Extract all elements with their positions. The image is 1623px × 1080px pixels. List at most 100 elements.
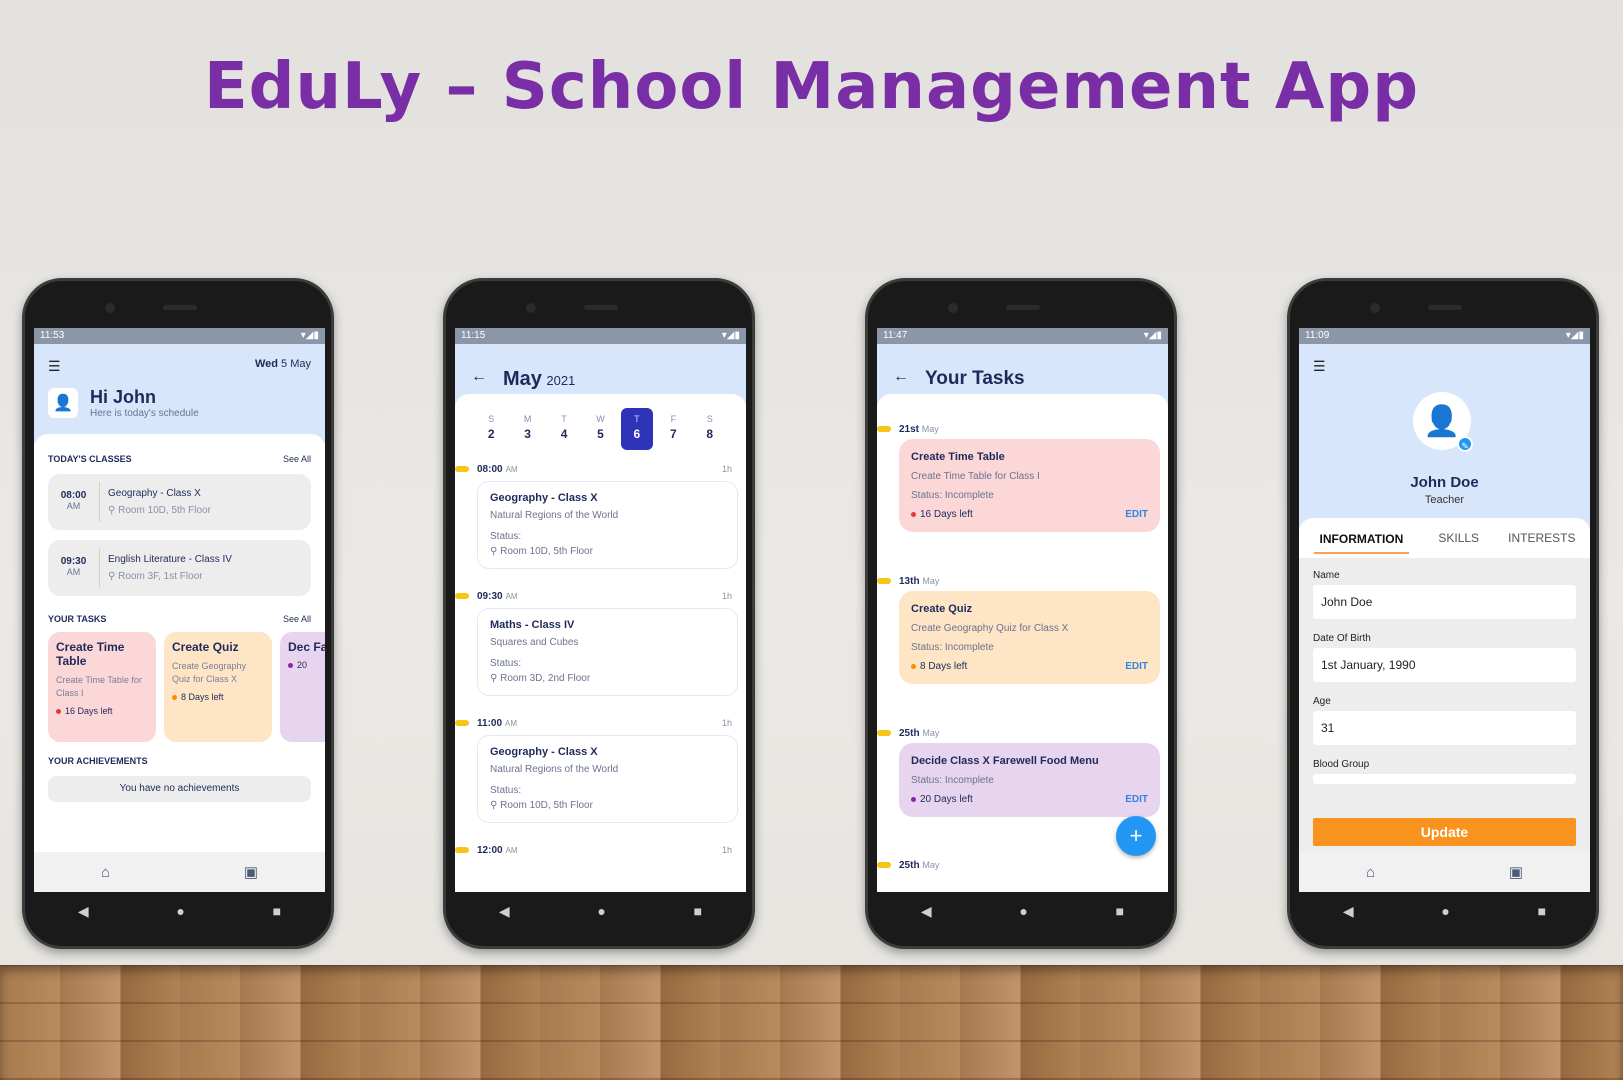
- profile-screen: 11:09 ▾◢▮ ☰ 👤 ✎ John Doe Teacher INFORMAT…: [1299, 328, 1590, 892]
- home-icon[interactable]: ⌂: [101, 864, 110, 881]
- edit-avatar-icon[interactable]: ✎: [1457, 436, 1473, 452]
- tab-skills[interactable]: SKILLS: [1438, 531, 1479, 545]
- add-task-button[interactable]: +: [1116, 816, 1156, 856]
- home-screen: 11:53 ▾◢▮ ☰ Wed 5 May 👤 Hi John Here is t…: [34, 328, 325, 892]
- task-month: May: [922, 860, 940, 870]
- status-dot: [56, 709, 61, 715]
- event-status: Status:: [490, 658, 522, 669]
- slot-time: 08:00: [477, 464, 503, 475]
- task-card[interactable]: Dec Far 20: [280, 632, 325, 742]
- back-button[interactable]: ◀: [921, 903, 932, 920]
- recent-button[interactable]: ■: [694, 903, 702, 919]
- time-slot: 11:00 AM 1h Geography - Class X Natural Reg…: [455, 718, 746, 823]
- class-card[interactable]: 09:30 AM English Literature - Class IV ⚲ R…: [48, 540, 311, 596]
- avatar-icon[interactable]: 👤: [48, 388, 78, 418]
- task-group: 13th May Create Quiz Create Geography Qu…: [877, 576, 1168, 684]
- home-icon[interactable]: ⌂: [1366, 864, 1375, 881]
- day-cell[interactable]: T4: [548, 408, 580, 450]
- back-button[interactable]: ◀: [1343, 903, 1354, 920]
- day-cell-selected[interactable]: T6: [620, 408, 653, 450]
- day-letter: T: [561, 414, 567, 424]
- task-card[interactable]: Decide Class X Farewell Food Menu Status…: [899, 743, 1160, 817]
- edit-button[interactable]: EDIT: [1125, 661, 1148, 672]
- schedule-screen: 11:15 ▾◢▮ ← May 2021 S2 M3 T4 W5 T6 F7 S8…: [455, 328, 746, 892]
- task-group: 25th May: [877, 860, 1168, 871]
- task-title: Create Time Table: [911, 451, 1005, 463]
- status-time: 11:09: [1305, 330, 1330, 341]
- task-card[interactable]: Create Quiz Create Geography Quiz for Cl…: [164, 632, 272, 742]
- day-cell[interactable]: M3: [512, 408, 544, 450]
- slot-duration: 1h: [721, 845, 732, 855]
- dob-field[interactable]: 1st January, 1990: [1313, 648, 1576, 682]
- day-cell[interactable]: S8: [694, 408, 726, 450]
- day-cell[interactable]: S2: [475, 408, 507, 450]
- update-button[interactable]: Update: [1313, 818, 1576, 846]
- home-button[interactable]: ●: [1441, 903, 1449, 919]
- event-room: Room 3D, 2nd Floor: [500, 673, 591, 684]
- class-ampm: AM: [66, 501, 81, 511]
- phone-profile: 11:09 ▾◢▮ ☰ 👤 ✎ John Doe Teacher INFORMAT…: [1287, 278, 1599, 949]
- tasks-page-title: Your Tasks: [925, 368, 1025, 389]
- date-rest: 5 May: [277, 358, 311, 370]
- event-card[interactable]: Geography - Class X Natural Regions of th…: [477, 481, 738, 569]
- task-month: May: [922, 576, 940, 586]
- back-arrow-icon[interactable]: ←: [471, 368, 487, 386]
- edit-button[interactable]: EDIT: [1125, 509, 1148, 520]
- back-button[interactable]: ◀: [78, 903, 89, 920]
- event-card[interactable]: Geography - Class X Natural Regions of th…: [477, 735, 738, 823]
- field-label: Age: [1313, 696, 1331, 707]
- see-all-tasks-link[interactable]: See All: [283, 614, 311, 624]
- day-letter: W: [596, 414, 605, 424]
- age-field[interactable]: 31: [1313, 711, 1576, 745]
- blood-group-field[interactable]: [1313, 774, 1576, 784]
- task-card[interactable]: Create Time Table Create Time Table for …: [48, 632, 156, 742]
- tab-interests[interactable]: INTERESTS: [1508, 531, 1575, 545]
- slot-ampm: AM: [505, 592, 518, 601]
- menu-icon[interactable]: ☰: [48, 358, 61, 375]
- task-title: Dec Far: [288, 640, 325, 654]
- event-status: Status:: [490, 531, 522, 542]
- task-group: 21st May Create Time Table Create Time T…: [877, 424, 1168, 532]
- name-field[interactable]: John Doe: [1313, 585, 1576, 619]
- location-pin-icon: ⚲: [490, 673, 501, 684]
- profile-icon[interactable]: ▣: [1509, 863, 1523, 881]
- tab-information[interactable]: INFORMATION: [1313, 522, 1410, 554]
- class-card[interactable]: 08:00 AM Geography - Class X ⚲ Room 10D, 5…: [48, 474, 311, 530]
- class-time: 08:00: [60, 490, 87, 501]
- week-strip[interactable]: S2 M3 T4 W5 T6 F7 S8: [455, 408, 746, 450]
- day-letter: T: [634, 414, 640, 424]
- day-cell[interactable]: W5: [584, 408, 616, 450]
- see-all-classes-link[interactable]: See All: [283, 454, 311, 464]
- day-cell[interactable]: F7: [657, 408, 689, 450]
- home-button[interactable]: ●: [597, 903, 605, 919]
- speaker: [584, 305, 618, 310]
- event-card[interactable]: Maths - Class IV Squares and Cubes Status:…: [477, 608, 738, 696]
- signal-icons: ▾◢▮: [1565, 330, 1584, 341]
- home-button[interactable]: ●: [176, 903, 184, 919]
- recent-button[interactable]: ■: [273, 903, 281, 919]
- class-subject: English Literature - Class IV: [108, 554, 232, 565]
- event-topic: Natural Regions of the World: [490, 510, 619, 521]
- profile-icon[interactable]: ▣: [244, 863, 258, 881]
- day-number: 7: [669, 427, 677, 441]
- task-days-left: 20 Days left: [920, 794, 973, 805]
- recent-button[interactable]: ■: [1116, 903, 1124, 919]
- slot-duration: 1h: [721, 591, 732, 601]
- back-button[interactable]: ◀: [499, 903, 510, 920]
- day-number: 2: [487, 427, 495, 441]
- home-button[interactable]: ●: [1019, 903, 1027, 919]
- edit-button[interactable]: EDIT: [1125, 794, 1148, 805]
- menu-icon[interactable]: ☰: [1313, 358, 1326, 374]
- profile-form: Name John Doe Date Of Birth 1st January,…: [1299, 558, 1590, 852]
- recent-button[interactable]: ■: [1538, 903, 1546, 919]
- task-status: Status: Incomplete: [911, 775, 994, 786]
- slot-duration: 1h: [721, 718, 732, 728]
- classes-title: TODAY'S CLASSES: [48, 454, 132, 464]
- task-card[interactable]: Create Quiz Create Geography Quiz for Cl…: [899, 591, 1160, 684]
- time-slot: 08:00 AM 1h Geography - Class X Natural Reg…: [455, 464, 746, 569]
- tasks-carousel[interactable]: Create Time Table Create Time Table for …: [34, 632, 325, 742]
- back-arrow-icon[interactable]: ←: [893, 368, 909, 386]
- task-card[interactable]: Create Time Table Create Time Table for …: [899, 439, 1160, 532]
- task-date: 25th: [899, 860, 920, 871]
- event-room: Room 10D, 5th Floor: [500, 800, 593, 811]
